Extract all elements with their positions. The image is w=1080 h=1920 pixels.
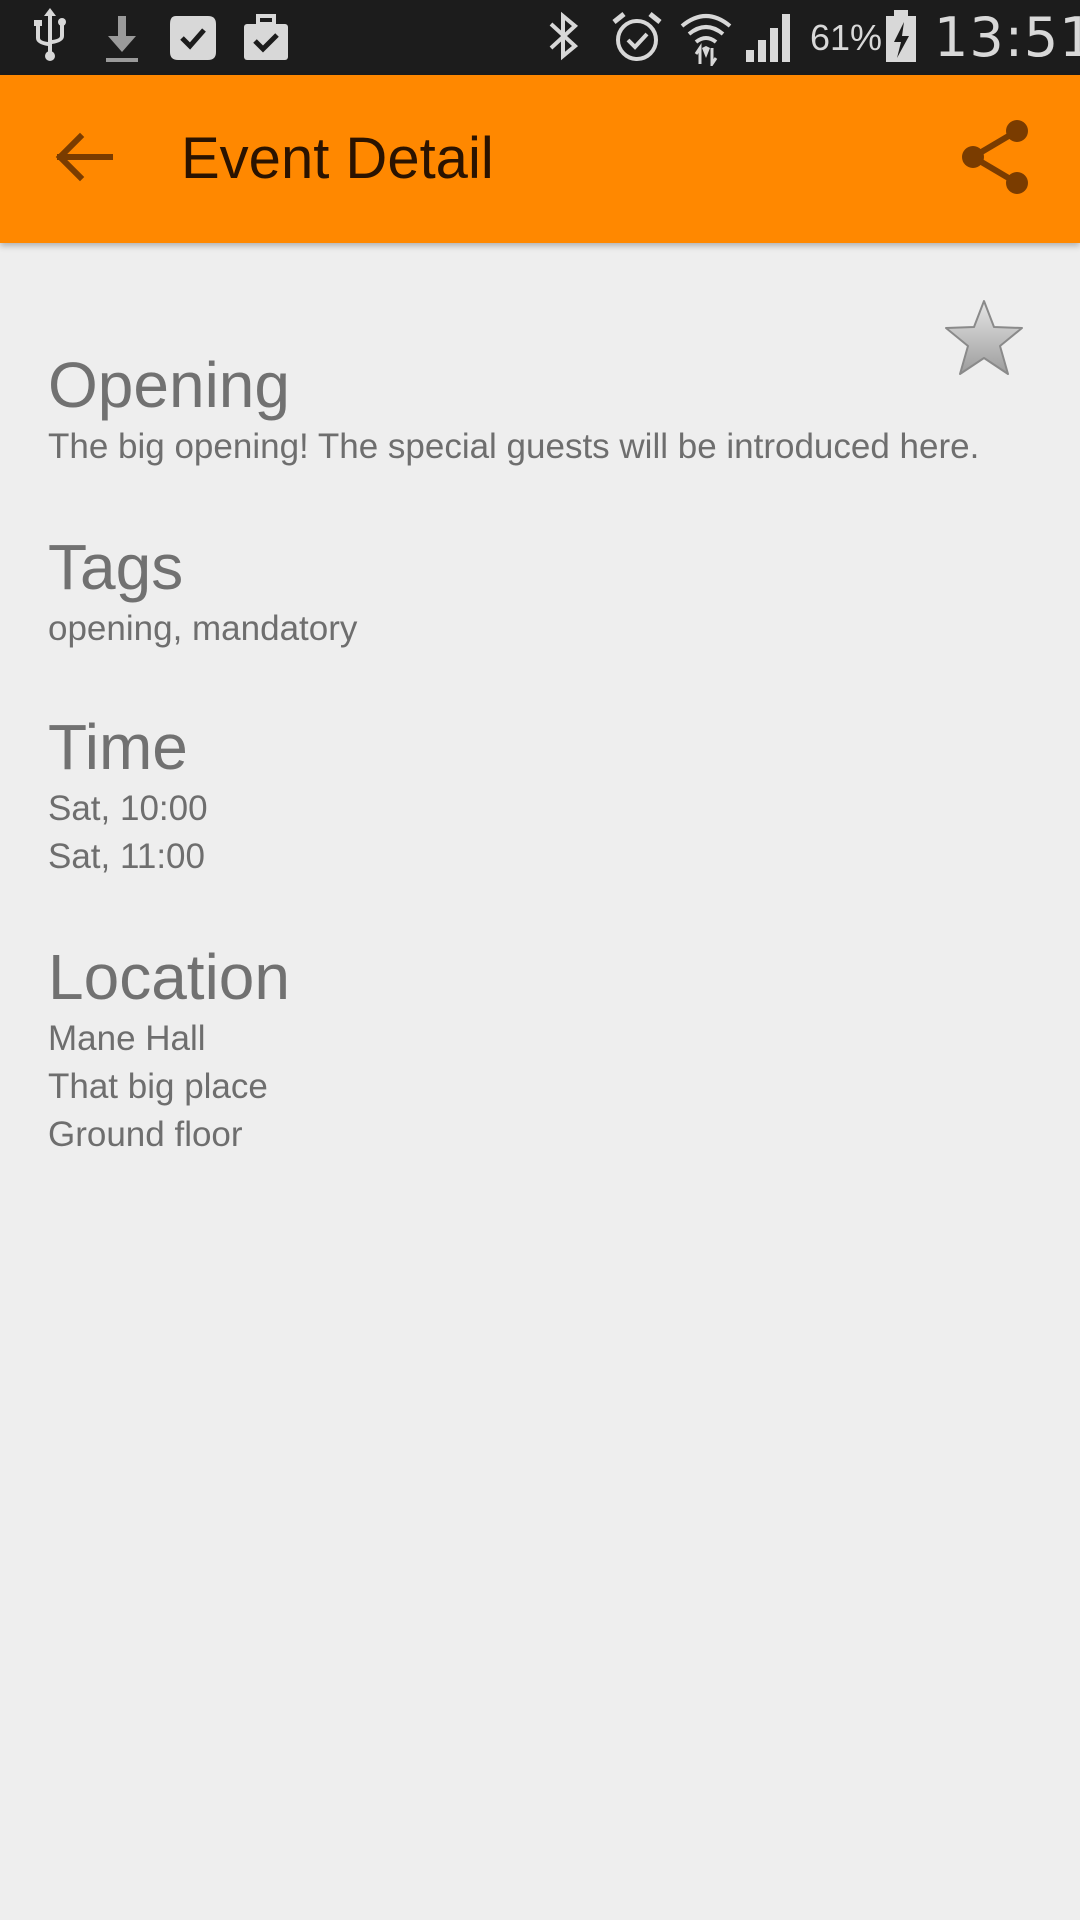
location-section: Location Mane Hall That big place Ground… [48, 939, 290, 1159]
status-bar: 61% 13:51 [0, 0, 1080, 75]
usb-icon [28, 8, 72, 66]
page-title: Event Detail [181, 126, 494, 191]
arrow-back-icon [55, 132, 113, 182]
alarm-icon [610, 8, 664, 66]
share-icon [962, 120, 1028, 194]
time-section: Time Sat, 10:00 Sat, 11:00 [48, 709, 208, 881]
location-line: Ground floor [48, 1115, 243, 1154]
battery-charging-icon [884, 8, 918, 66]
time-heading: Time [48, 711, 188, 783]
status-clock: 13:51 [934, 6, 1080, 69]
tags-value: opening, mandatory [48, 609, 358, 648]
event-description: The big opening! The special guests will… [48, 427, 980, 466]
app-bar: Event Detail [0, 75, 1080, 243]
bluetooth-icon [543, 8, 585, 66]
battery-percent: 61% [810, 17, 883, 58]
wifi-icon [678, 8, 734, 66]
location-line: Mane Hall [48, 1019, 206, 1058]
check-bubble-icon [166, 8, 220, 66]
back-button[interactable] [44, 117, 124, 197]
share-button[interactable] [955, 117, 1039, 201]
briefcase-check-icon [240, 8, 292, 66]
location-heading: Location [48, 941, 290, 1013]
event-title: Opening [48, 349, 290, 421]
event-summary-section: Opening The big opening! The special gue… [48, 347, 979, 471]
cell-signal-icon [742, 8, 796, 66]
time-end: Sat, 11:00 [48, 837, 205, 876]
download-icon [100, 8, 144, 66]
time-start: Sat, 10:00 [48, 789, 208, 828]
tags-section: Tags opening, mandatory [48, 529, 357, 653]
tags-heading: Tags [48, 531, 184, 603]
location-line: That big place [48, 1067, 268, 1106]
